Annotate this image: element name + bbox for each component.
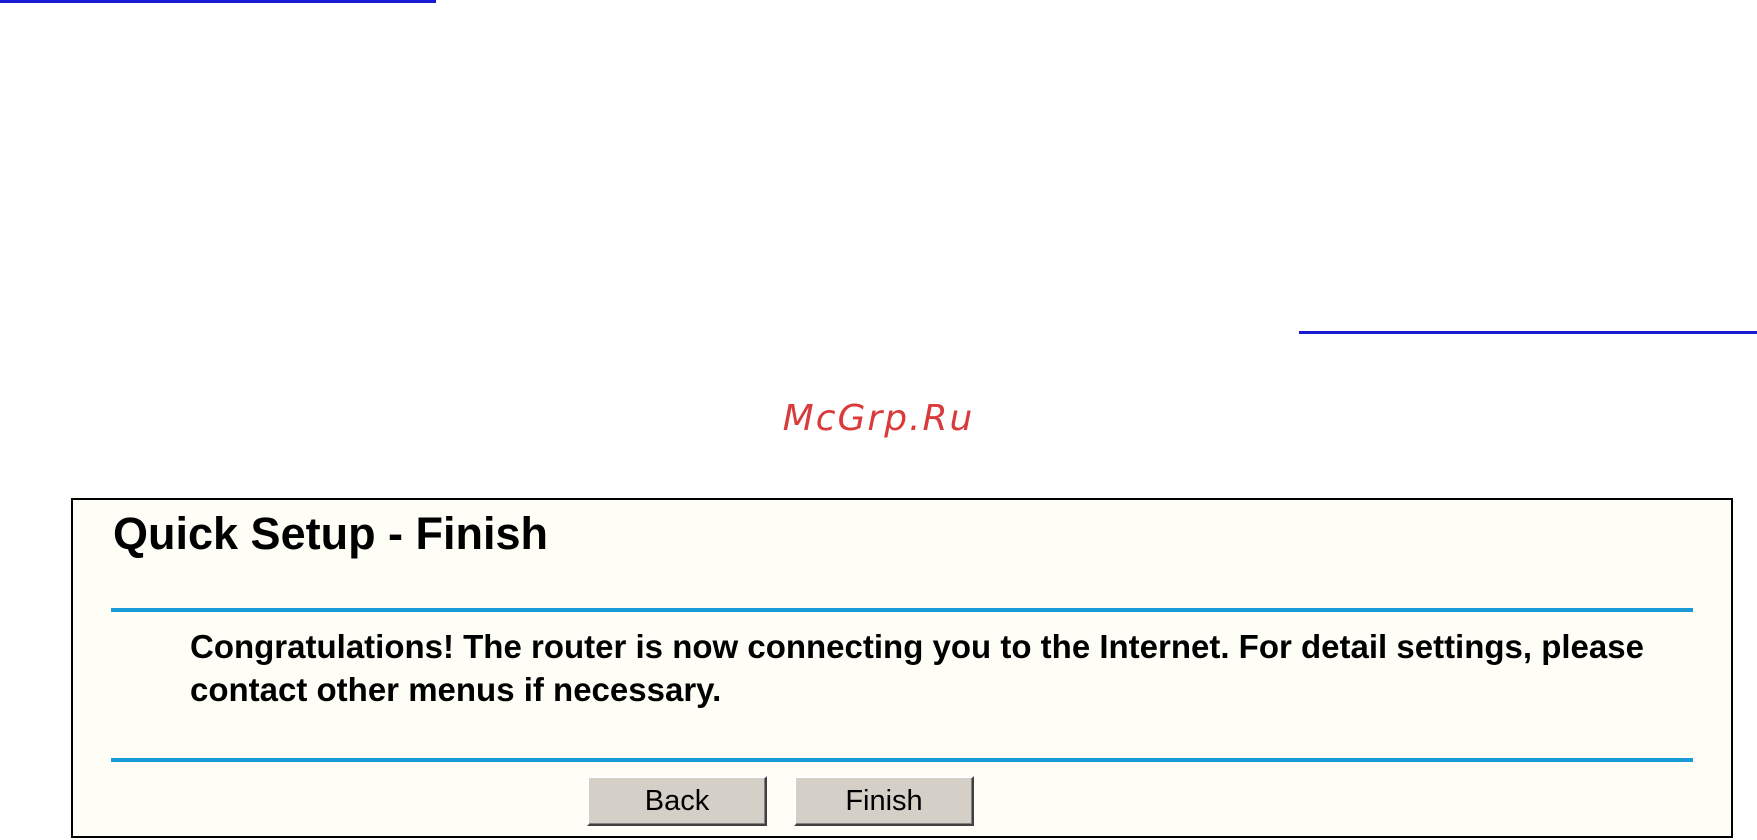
top-link-underline (0, 0, 436, 3)
top-separator (111, 608, 1693, 612)
back-button[interactable]: Back (587, 776, 767, 826)
watermark-text: McGrp.Ru (782, 398, 975, 439)
page-title: Quick Setup - Finish (113, 508, 549, 559)
finish-message: Congratulations! The router is now conne… (190, 628, 1644, 708)
bottom-separator (111, 758, 1693, 762)
quick-setup-finish-panel: Quick Setup - Finish Congratulations! Th… (71, 498, 1733, 838)
right-link-underline (1299, 331, 1757, 334)
finish-button[interactable]: Finish (794, 776, 974, 826)
